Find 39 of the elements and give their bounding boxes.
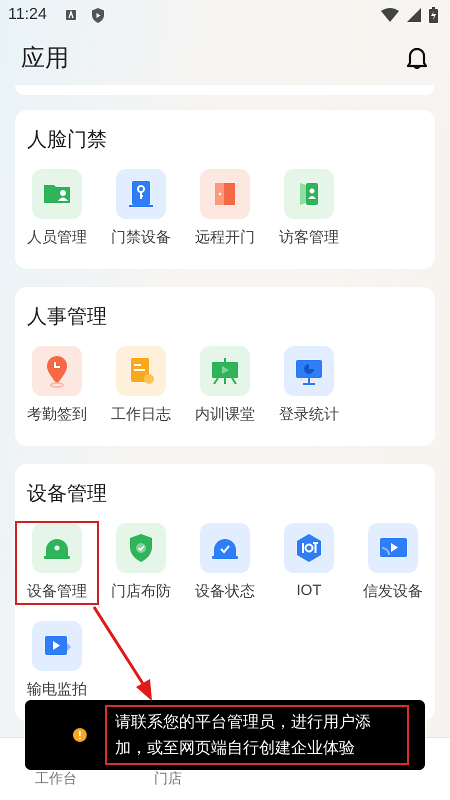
app-tile[interactable]: 设备管理 [15,521,99,605]
cast-icon [368,523,418,573]
app-tile[interactable]: 设备状态 [183,521,267,605]
app-tile[interactable]: 人员管理 [15,167,99,251]
app-tile[interactable]: IOT [267,521,351,605]
iot-icon [284,523,334,573]
battery-icon [429,7,438,23]
shield-icon [90,8,105,22]
app-tile[interactable]: 内训课堂 [183,344,267,428]
app-tile[interactable]: 信发设备 [351,521,435,605]
section-title: 人事管理 [26,303,108,330]
log-icon [116,346,166,396]
app-tile[interactable]: 门店布防 [99,521,183,605]
shield-icon [116,523,166,573]
app-tile[interactable]: 登录统计 [267,344,351,428]
video-icon [32,621,82,671]
pin-clock-icon [32,346,82,396]
monitor-icon [284,346,334,396]
app-tile[interactable]: 工作日志 [99,344,183,428]
signal-icon [407,8,421,22]
app-tile[interactable]: 考勤签到 [15,344,99,428]
notification-icon [64,9,77,21]
key-door-icon [116,169,166,219]
helmet-icon [32,523,82,573]
section-title: 设备管理 [26,480,108,507]
section-title: 人脸门禁 [26,126,108,153]
helmet-check-icon [200,523,250,573]
app-tile[interactable]: 门禁设备 [99,167,183,251]
app-tile[interactable]: 访客管理 [267,167,351,251]
status-time: 11:24 [8,6,47,24]
app-tile[interactable]: 远程开门 [183,167,267,251]
visitor-icon [284,169,334,219]
wifi-icon [381,8,399,22]
toast-text: 请联系您的平台管理员，进行用户添加，或至网页端自行创建企业体验 [104,705,409,765]
door-icon [200,169,250,219]
id-card-icon [32,169,82,219]
page-title: 应用 [21,42,69,74]
app-tile[interactable]: 输电监拍 [15,619,99,703]
easel-icon [200,346,250,396]
